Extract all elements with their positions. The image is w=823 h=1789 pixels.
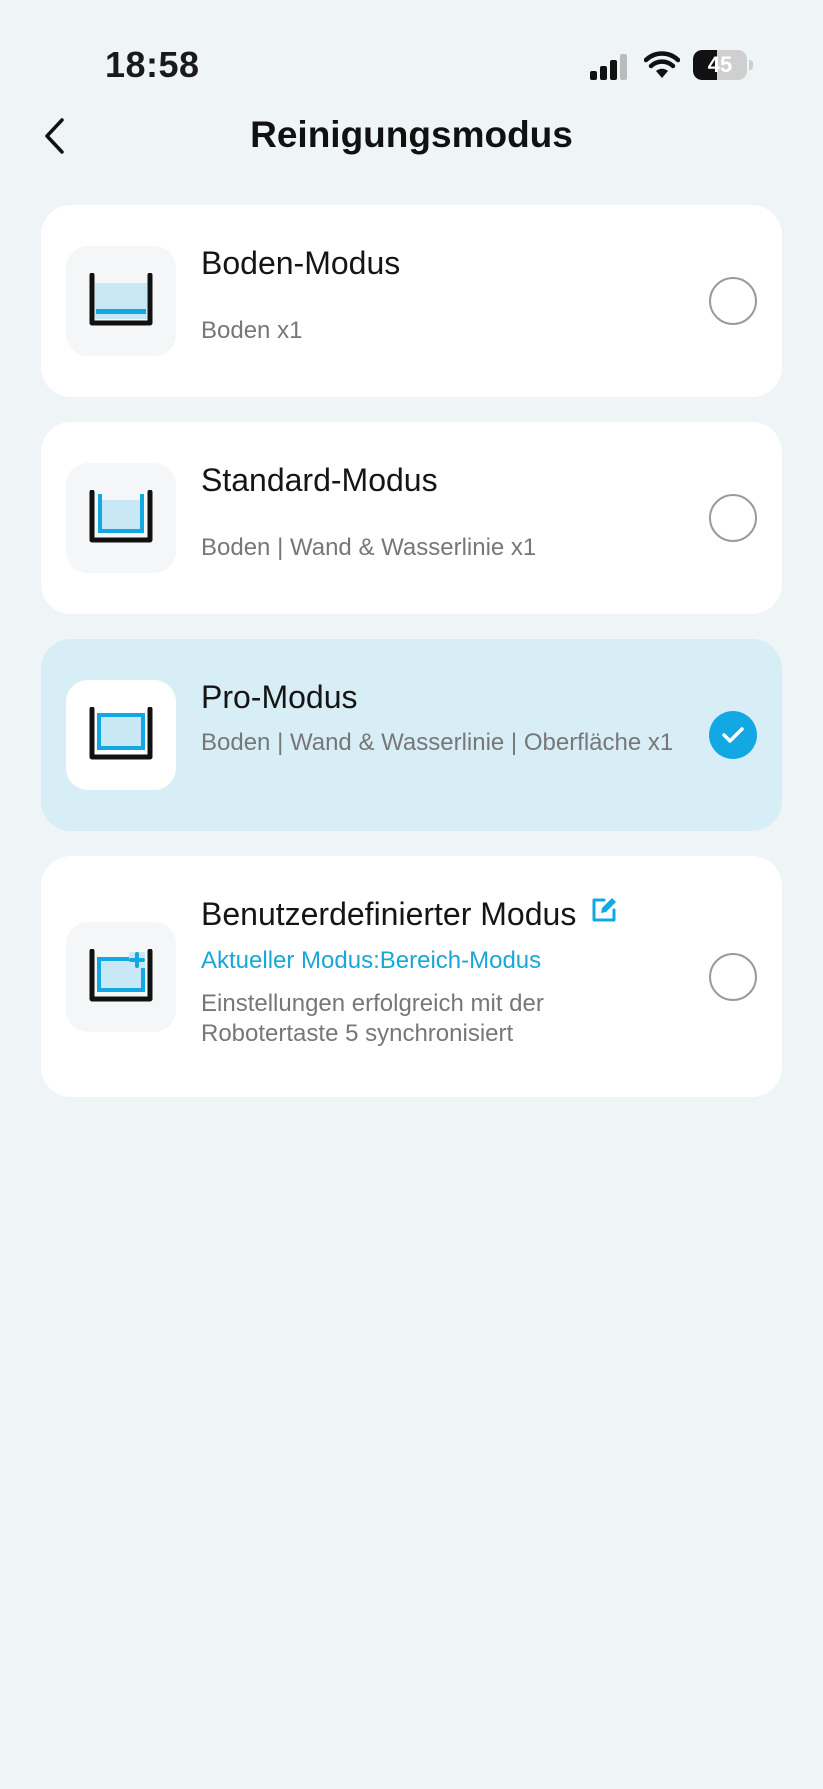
cellular-signal-icon (590, 54, 627, 80)
wifi-icon (644, 51, 680, 78)
mode-subtitle: Einstellungen erfolgreich mit der Robote… (201, 990, 544, 1047)
mode-subtitle: Boden x1 (201, 317, 303, 344)
status-bar: 18:58 45 (0, 0, 823, 100)
floor-mode-icon (89, 273, 153, 326)
navigation-bar: Reinigungsmodus (0, 100, 823, 172)
page-title: Reinigungsmodus (250, 114, 573, 155)
custom-mode-icon (89, 949, 153, 1002)
mode-card-standard[interactable]: Standard-Modus Boden | Wand & Wasserlini… (41, 422, 782, 614)
mode-title: Benutzerdefinierter Modus (201, 896, 687, 933)
mode-text: Standard-Modus Boden | Wand & Wasserlini… (201, 462, 672, 563)
mode-text: Boden-Modus Boden x1 (201, 245, 672, 346)
status-time: 18:58 (105, 44, 200, 85)
checkmark-icon (722, 727, 744, 743)
mode-radio-custom[interactable] (709, 953, 757, 1001)
battery-level-text: 45 (707, 52, 733, 77)
mode-radio-floor[interactable] (709, 277, 757, 325)
mode-icon-box (66, 463, 176, 573)
mode-card-custom[interactable]: Benutzerdefinierter Modus Aktueller Modu… (41, 856, 782, 1097)
mode-subtitle: Boden | Wand & Wasserlinie x1 (201, 534, 537, 561)
mode-icon-box (66, 246, 176, 356)
current-mode-label: Aktueller Modus:Bereich-Modus (201, 947, 542, 974)
standard-mode-icon (89, 490, 153, 543)
pro-mode-icon (89, 707, 153, 760)
edit-icon[interactable] (590, 895, 618, 932)
mode-icon-box (66, 680, 176, 790)
mode-radio-pro[interactable] (709, 711, 757, 759)
mode-title-text: Benutzerdefinierter Modus (201, 896, 577, 932)
mode-title: Boden-Modus (201, 245, 401, 281)
mode-text: Benutzerdefinierter Modus Aktueller Modu… (201, 896, 687, 1049)
mode-list: Boden-Modus Boden x1 Standard-Modus Bode… (41, 205, 782, 1122)
mode-subtitle: Boden | Wand & Wasserlinie | Oberfläche … (201, 729, 674, 756)
mode-title: Pro-Modus (201, 679, 358, 715)
mode-card-floor[interactable]: Boden-Modus Boden x1 (41, 205, 782, 397)
battery-icon: 45 (693, 50, 753, 80)
mode-title: Standard-Modus (201, 462, 438, 498)
mode-icon-box (66, 922, 176, 1032)
mode-text: Pro-Modus Boden | Wand & Wasserlinie | O… (201, 679, 687, 758)
mode-radio-standard[interactable] (709, 494, 757, 542)
mode-card-pro[interactable]: Pro-Modus Boden | Wand & Wasserlinie | O… (41, 639, 782, 831)
